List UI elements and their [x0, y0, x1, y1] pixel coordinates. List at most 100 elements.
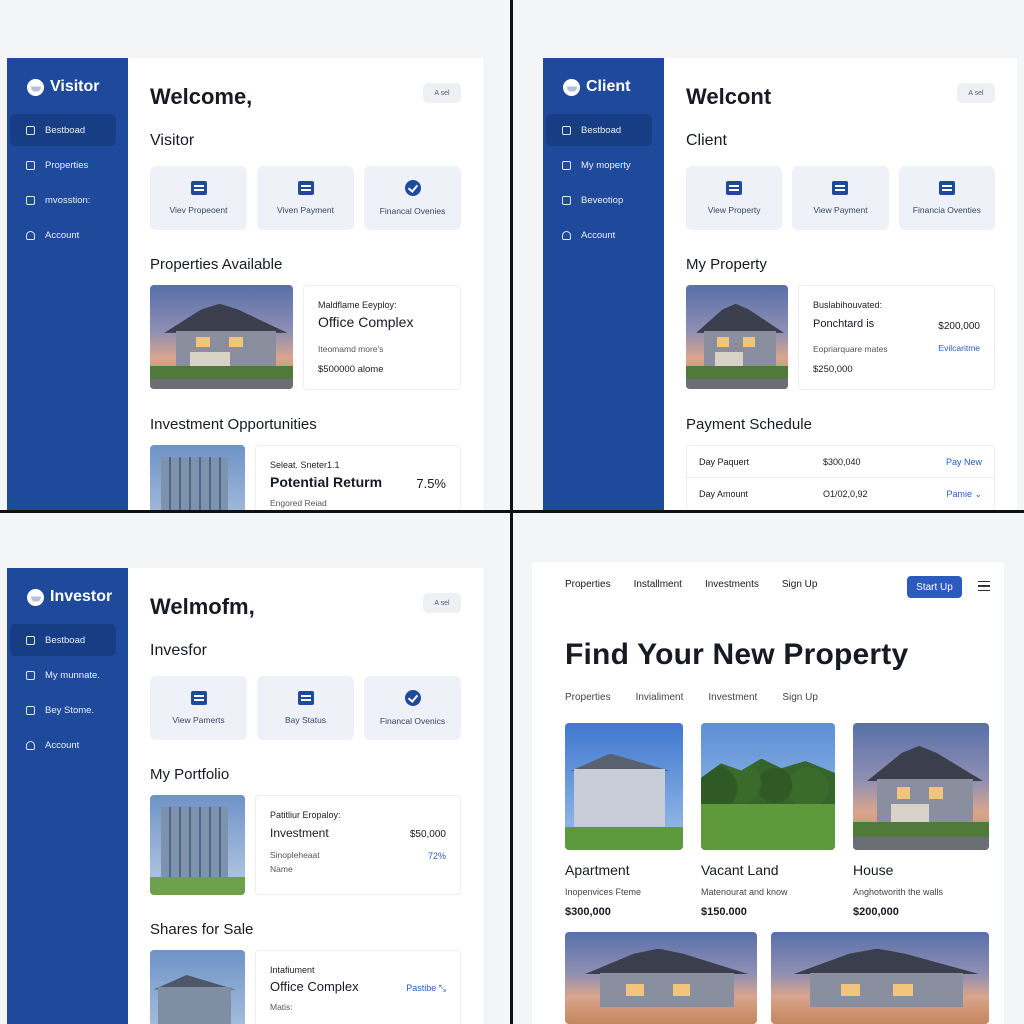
property-value: $200,000 [938, 321, 980, 332]
nav-link-properties[interactable]: Properties [565, 579, 611, 590]
nav-item-my-investments[interactable]: My munnate. [10, 659, 116, 691]
nav-item-account[interactable]: Account [10, 219, 116, 251]
listing-card[interactable]: Apartment Inopenvices Fteme $300,000 [565, 723, 683, 918]
main-content: Welcont A sel Client View Property View … [664, 58, 1017, 510]
listing-card[interactable]: Vacant Land Matenourat and know $150.000 [701, 723, 835, 918]
listing-description: Matenourat and know [701, 887, 788, 897]
nav-label: Account [581, 229, 616, 241]
card-label: Viev Propeoent [169, 205, 228, 215]
main-content: Welcome, A sel Visitor Viev Propeoent Vi… [128, 58, 483, 510]
apartment-image [565, 723, 683, 850]
portfolio-info: Patitliur Eropaloy: Investment $50,000 S… [255, 795, 461, 895]
nav-link-sign-up[interactable]: Sign Up [782, 579, 818, 590]
property-type: Maldflame Eeyploy: [318, 300, 397, 310]
hero-heading: Find Your New Property [565, 638, 909, 671]
start-up-button[interactable]: Start Up [907, 576, 962, 598]
return-rate: 7.5% [416, 476, 446, 491]
listing-description: Inopenvices Fteme [565, 887, 642, 897]
buy-status-card[interactable]: Bay Status [257, 676, 354, 740]
nav-item-development[interactable]: Beveotiop [546, 184, 652, 216]
nav-item-account[interactable]: Account [546, 219, 652, 251]
role-label: Client [686, 132, 727, 149]
quadrant-divider-horizontal [0, 510, 1024, 513]
nav-item-buy-shares[interactable]: Bey Stome. [10, 694, 116, 726]
brand[interactable]: Client [543, 78, 664, 96]
nav-item-dashboard[interactable]: Bestboad [546, 114, 652, 146]
listing-price: $150.000 [701, 906, 747, 918]
nav-item-investments[interactable]: mvosstion: [10, 184, 116, 216]
featured-house-image[interactable] [771, 932, 989, 1024]
logo-icon [563, 78, 580, 96]
section-title: Properties Available [150, 256, 283, 273]
tab-investment[interactable]: Investment [708, 692, 757, 703]
financial-overview-card[interactable]: Financal Ovenics [364, 676, 461, 740]
nav-label: Bey Stome. [45, 704, 95, 716]
nav-label: My moperty [581, 159, 631, 171]
dashboard-icon [26, 635, 35, 645]
role-label: Invesfor [150, 642, 207, 659]
purchase-link[interactable]: Pastibe ⤡ [406, 983, 446, 994]
brand[interactable]: Visitor [7, 78, 128, 96]
view-property-card[interactable]: Viev Propeoent [150, 166, 247, 230]
investment-listing[interactable]: Seleat. Sneter1.1 Potential Returm 7.5% … [150, 445, 461, 510]
card-label: View Pamerts [172, 715, 225, 725]
chart-icon [26, 195, 35, 205]
listing-grid: Apartment Inopenvices Fteme $300,000 Vac… [532, 723, 1004, 943]
nav-item-dashboard[interactable]: Bestboad [10, 624, 116, 656]
nav-link-installment[interactable]: Installment [634, 579, 682, 590]
check-icon [404, 180, 421, 196]
section-title: Payment Schedule [686, 416, 812, 433]
view-payments-card[interactable]: View Pamerts [150, 676, 247, 740]
tab-properties[interactable]: Properties [565, 692, 611, 703]
client-dashboard: Client Bestboad My moperty Beveotiop Acc… [543, 58, 1017, 510]
hamburger-menu-icon[interactable] [978, 581, 990, 591]
user-icon [562, 230, 571, 240]
card-label: Financia Oventies [912, 205, 981, 215]
payment-schedule-table: Day Paquert $300,040 Pay New Day Amount O1/… [686, 445, 995, 510]
property-listing[interactable]: Buslabihouvated: Ponchtard is $200,000 E… [686, 285, 995, 390]
property-info: Buslabihouvated: Ponchtard is $200,000 E… [798, 285, 995, 390]
row-dropdown[interactable]: Pamie ⌄ [946, 489, 982, 500]
property-price: $250,000 [813, 364, 853, 375]
main-content: Welmofm, A sel Invesfor View Pamerts Bay… [128, 568, 483, 1024]
financial-overview-card[interactable]: Financia Oventies [898, 166, 995, 230]
investment-info: Seleat. Sneter1.1 Potential Returm 7.5% … [255, 445, 461, 510]
row-label: Day Paquert [699, 456, 750, 467]
tab-sign-up[interactable]: Sign Up [782, 692, 818, 703]
listing-card[interactable]: House Anghotworith the walls $200,000 [853, 723, 989, 918]
nav-item-properties[interactable]: Properties [10, 149, 116, 181]
nav-item-account[interactable]: Account [10, 729, 116, 761]
list-icon [297, 691, 314, 705]
nav-item-dashboard[interactable]: Bestboad [10, 114, 116, 146]
card-label: Financal Ovenies [379, 206, 446, 216]
card-icon [562, 195, 571, 205]
view-payment-card[interactable]: Viven Payment [257, 166, 354, 230]
pay-now-link[interactable]: Pay New [946, 457, 982, 467]
table-row: Day Amount O1/02,0,92 Pamie ⌄ [687, 478, 994, 510]
brand-name: Client [586, 78, 631, 95]
user-menu-button[interactable]: A sel [423, 83, 461, 103]
portfolio-type: Patitliur Eropaloy: [270, 810, 341, 820]
view-property-card[interactable]: View Property [686, 166, 783, 230]
nav-label: Bestboad [45, 124, 86, 136]
tab-installment[interactable]: Invialiment [636, 692, 684, 703]
nav-link-investments[interactable]: Investments [705, 579, 759, 590]
nav-item-my-property[interactable]: My moperty [546, 149, 652, 181]
dashboard-icon [26, 125, 35, 135]
share-note: Matis: [270, 1002, 293, 1012]
details-link[interactable]: Evilcaritme [938, 343, 980, 353]
brand[interactable]: Investor [7, 588, 128, 606]
logo-icon [27, 78, 44, 96]
financial-overview-card[interactable]: Financal Ovenies [364, 166, 461, 230]
property-listing[interactable]: Maldflame Eeyploy: Office Complex Iteoma… [150, 285, 461, 390]
nav-label: Properties [45, 159, 89, 171]
section-title: My Portfolio [150, 766, 230, 783]
nav-label: Bestboad [45, 634, 86, 646]
featured-house-image[interactable] [565, 932, 757, 1024]
view-payment-card[interactable]: View Payment [792, 166, 889, 230]
portfolio-item[interactable]: Patitliur Eropaloy: Investment $50,000 S… [150, 795, 461, 895]
user-menu-button[interactable]: A sel [423, 593, 461, 613]
listing-title: Apartment [565, 862, 630, 878]
share-listing[interactable]: Intafiument Office Complex Pastibe ⤡ Mat… [150, 950, 461, 1024]
user-menu-button[interactable]: A sel [957, 83, 995, 103]
